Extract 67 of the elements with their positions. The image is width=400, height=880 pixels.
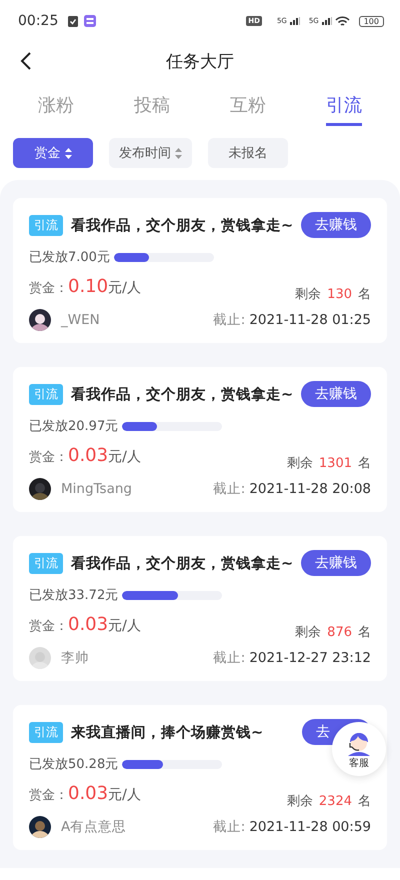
remaining-label: 剩余 xyxy=(295,286,322,303)
remaining-unit: 名 xyxy=(358,286,371,303)
reward-unit: 元/人 xyxy=(108,617,141,635)
remaining-label: 剩余 xyxy=(286,793,313,810)
earn-button[interactable]: 去赚钱 xyxy=(301,212,371,238)
task-title: 看我作品，交个朋友，赏钱拿走~ xyxy=(71,385,294,404)
task-title: 看我作品，交个朋友，赏钱拿走~ xyxy=(71,554,294,572)
task-tag: 引流 xyxy=(29,384,63,404)
user-name: _WEN xyxy=(61,312,100,328)
back-icon[interactable] xyxy=(20,51,32,71)
remaining-unit: 名 xyxy=(358,624,371,641)
remaining-unit: 名 xyxy=(358,455,371,472)
reward-label: 赏金： xyxy=(29,280,68,297)
task-tag: 引流 xyxy=(29,722,63,742)
deadline-label: 截止: xyxy=(212,311,246,329)
deadline-time: 2021-12-27 23:12 xyxy=(249,650,371,666)
earn-button[interactable]: 去赚钱 xyxy=(301,550,371,576)
task-title: 来我直播间，捧个场赚赏钱~ xyxy=(71,724,264,742)
reward-value: 0.03 xyxy=(68,783,108,804)
paid-amount: 已发放33.72元 xyxy=(29,587,118,604)
task-title: 看我作品，交个朋友，赏钱拿走~ xyxy=(71,216,294,234)
page-title: 任务大厅 xyxy=(166,50,234,72)
deadline-time: 2021-11-28 20:08 xyxy=(249,481,371,497)
reward-label: 赏金： xyxy=(29,618,68,635)
remaining-label: 剩余 xyxy=(295,624,322,641)
deadline-label: 截止: xyxy=(212,649,246,667)
reward-value: 0.03 xyxy=(68,614,108,635)
category-tab[interactable]: 互粉 xyxy=(230,86,266,126)
deadline-label: 截止: xyxy=(212,480,246,498)
reward-label: 赏金： xyxy=(29,787,68,804)
reward-value: 0.03 xyxy=(68,445,108,466)
remaining-count: 876 xyxy=(327,625,352,640)
filter-button[interactable]: 赏金 xyxy=(13,138,93,168)
filter-button[interactable]: 未报名 xyxy=(208,138,288,168)
category-tab[interactable]: 投稿 xyxy=(134,86,170,126)
app-icon xyxy=(84,15,96,27)
signal-icon xyxy=(322,17,332,25)
category-tab[interactable]: 涨粉 xyxy=(38,86,74,126)
paid-amount: 已发放20.97元 xyxy=(29,418,118,435)
user-name: A有点意思 xyxy=(61,818,126,836)
signal-icon xyxy=(290,17,300,25)
remaining-count: 2324 xyxy=(318,794,352,809)
user-name: MingTsang xyxy=(61,481,132,497)
remaining-unit: 名 xyxy=(358,793,371,810)
deadline-label: 截止: xyxy=(212,818,246,836)
task-tag: 引流 xyxy=(29,552,63,574)
reward-unit: 元/人 xyxy=(108,279,141,297)
remaining-count: 1301 xyxy=(318,456,352,471)
task-tag: 引流 xyxy=(29,214,63,236)
deadline-time: 2021-11-28 01:25 xyxy=(249,312,371,328)
status-time: 00:25 xyxy=(18,13,58,29)
remaining-label: 剩余 xyxy=(286,455,313,472)
battery-indicator: 100 xyxy=(358,16,384,26)
reward-label: 赏金： xyxy=(29,449,68,466)
filter-button[interactable]: 发布时间 xyxy=(109,138,192,168)
category-tab[interactable]: 引流 xyxy=(326,86,362,126)
reward-value: 0.10 xyxy=(68,276,108,297)
paid-amount: 已发放50.28元 xyxy=(29,756,118,773)
deadline-time: 2021-11-28 00:59 xyxy=(249,819,371,835)
user-name: 李帅 xyxy=(61,649,89,667)
reward-unit: 元/人 xyxy=(108,448,141,466)
remaining-count: 130 xyxy=(327,287,352,302)
earn-button[interactable]: 去赚钱 xyxy=(301,381,371,407)
reward-unit: 元/人 xyxy=(108,786,141,804)
clipboard-icon xyxy=(68,15,78,27)
paid-amount: 已发放7.00元 xyxy=(29,249,110,266)
wifi-icon xyxy=(334,16,350,26)
